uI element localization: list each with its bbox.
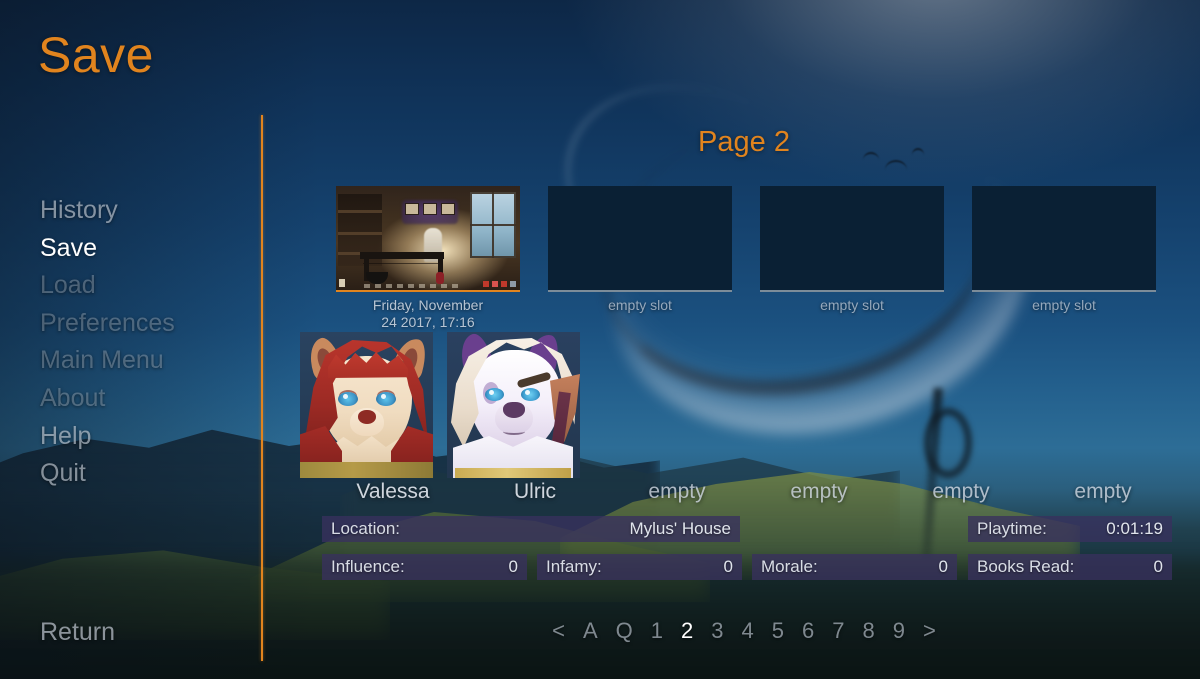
stat-infamy-label: Infamy: [546,557,602,576]
stat-infamy-value: 0 [723,557,733,576]
page-next-button[interactable]: > [923,618,936,644]
page-title: Save [38,27,154,83]
vertical-divider [261,115,263,661]
save-slot-3[interactable]: empty slot [760,186,944,331]
portrait-valessa [300,332,433,478]
save-slot-1[interactable]: Friday, November 24 2017, 17:16 [336,186,520,331]
portrait-ulric [447,332,580,478]
nav-item-about[interactable]: About [40,380,250,418]
save-slot-4-thumbnail [972,186,1156,292]
save-slot-4-label: empty slot [1032,297,1096,313]
save-slot-2-label: empty slot [608,297,672,313]
stat-location-value: Mylus' House [629,519,731,538]
nav-item-help[interactable]: Help [40,418,250,456]
character-name-row: Valessa Ulric empty empty empty empty [322,480,1174,504]
save-slot-3-label: empty slot [820,297,884,313]
stat-influence: Influence: 0 [322,554,527,580]
page-prev-button[interactable]: < [552,618,565,644]
nav-item-save[interactable]: Save [40,230,250,268]
character-name-6: empty [1074,480,1132,503]
stat-infamy: Infamy: 0 [537,554,742,580]
nav-item-history[interactable]: History [40,192,250,230]
stat-books-read-value: 0 [1153,557,1163,576]
page-button-6[interactable]: 6 [802,618,814,644]
stat-influence-label: Influence: [331,557,405,576]
stat-location: Location: Mylus' House [322,516,740,542]
stat-influence-value: 0 [508,557,518,576]
return-button[interactable]: Return [40,618,115,647]
save-slot-2[interactable]: empty slot [548,186,732,331]
page-button-5[interactable]: 5 [772,618,784,644]
save-slot-row: Friday, November 24 2017, 17:16 empty sl… [336,186,1156,331]
stat-location-label: Location: [331,519,400,538]
character-portrait-row [300,332,580,478]
save-slot-1-label: Friday, November 24 2017, 17:16 [372,297,484,330]
character-name-4: empty [790,480,848,503]
stat-morale-label: Morale: [761,557,818,576]
save-slot-1-thumbnail [336,186,520,292]
stat-morale: Morale: 0 [752,554,957,580]
character-name-2: Ulric [514,480,556,503]
stat-playtime-label: Playtime: [977,519,1047,538]
page-button-4[interactable]: 4 [742,618,754,644]
save-screen: Save History Save Load Preferences Main … [0,0,1200,679]
page-button-9[interactable]: 9 [893,618,905,644]
save-slot-2-thumbnail [548,186,732,292]
character-name-3: empty [648,480,706,503]
pagination: < A Q 1 2 3 4 5 6 7 8 9 > [294,618,1194,644]
page-auto-button[interactable]: A [583,618,598,644]
navigation-menu: History Save Load Preferences Main Menu … [40,192,250,493]
page-button-1[interactable]: 1 [651,618,663,644]
nav-item-load[interactable]: Load [40,267,250,305]
save-slot-3-thumbnail [760,186,944,292]
save-slot-4[interactable]: empty slot [972,186,1156,331]
stat-playtime: Playtime: 0:01:19 [968,516,1172,542]
nav-item-quit[interactable]: Quit [40,455,250,493]
nav-item-preferences[interactable]: Preferences [40,305,250,343]
stat-morale-value: 0 [938,557,948,576]
character-name-5: empty [932,480,990,503]
stat-books-read: Books Read: 0 [968,554,1172,580]
nav-item-main-menu[interactable]: Main Menu [40,342,250,380]
page-button-3[interactable]: 3 [711,618,723,644]
page-quick-button[interactable]: Q [616,618,633,644]
stat-books-read-label: Books Read: [977,557,1075,576]
page-button-7[interactable]: 7 [832,618,844,644]
stat-playtime-value: 0:01:19 [1106,519,1163,538]
page-button-2[interactable]: 2 [681,618,693,644]
background-mast-loop [924,408,972,478]
page-button-8[interactable]: 8 [863,618,875,644]
character-name-1: Valessa [356,480,430,503]
page-heading: Page 2 [698,126,790,158]
thumbnail-artwork [336,186,520,290]
